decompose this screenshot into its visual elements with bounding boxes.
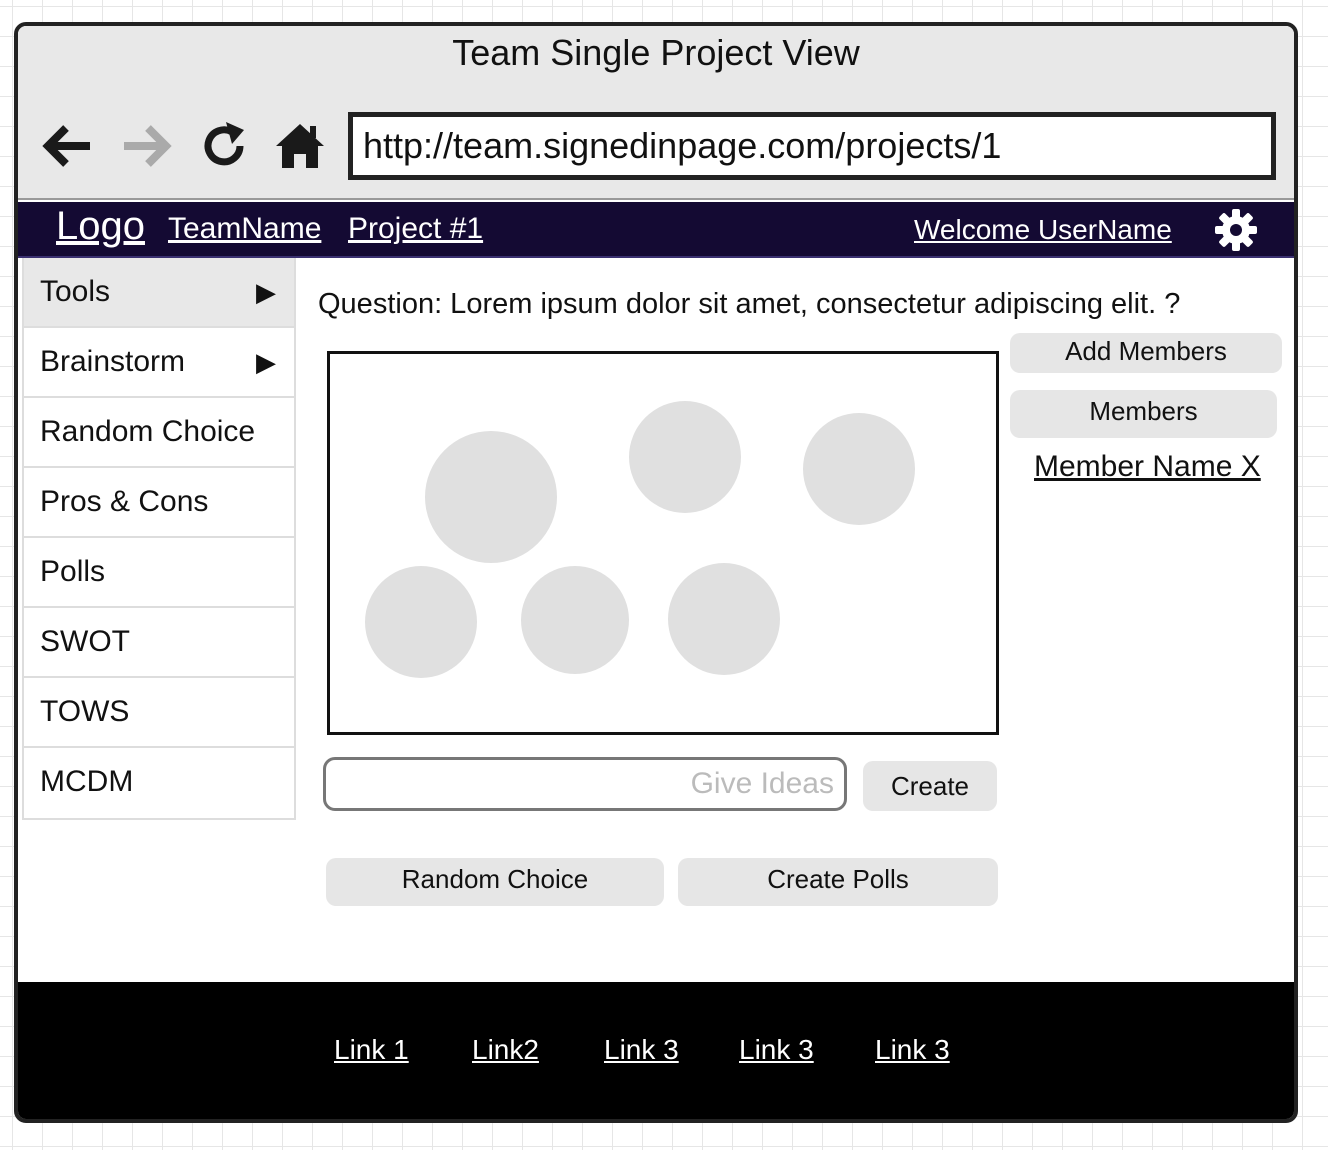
url-bar[interactable]: http://team.signedinpage.com/projects/1 (348, 112, 1276, 180)
team-name-link[interactable]: TeamName (168, 212, 321, 246)
member-name-link[interactable]: Member Name X (1034, 450, 1261, 484)
footer-link-3[interactable]: Link 3 (604, 1034, 679, 1066)
window-title: Team Single Project View (452, 32, 860, 73)
members-button[interactable]: Members (1010, 390, 1277, 438)
triangle-right-icon: ▶ (256, 347, 276, 377)
random-choice-button[interactable]: Random Choice (326, 858, 664, 906)
sidebar-item-label: Tools (40, 275, 111, 308)
forward-arrow-icon[interactable] (118, 120, 174, 172)
back-arrow-icon[interactable] (40, 120, 96, 172)
footer-link-5[interactable]: Link 3 (875, 1034, 950, 1066)
sidebar-item-brainstorm[interactable]: Brainstorm ▶ (24, 328, 294, 398)
footer-link-2[interactable]: Link2 (472, 1034, 539, 1066)
top-nav: Logo TeamName Project #1 Welcome UserNam… (18, 202, 1294, 258)
idea-bubble[interactable] (668, 563, 780, 675)
project-link[interactable]: Project #1 (348, 212, 483, 246)
sidebar-item-mcdm[interactable]: MCDM (24, 748, 294, 818)
add-members-button[interactable]: Add Members (1010, 333, 1282, 373)
idea-bubble[interactable] (365, 566, 477, 678)
sidebar-item-tools[interactable]: Tools ▶ (24, 258, 294, 328)
footer: Link 1 Link2 Link 3 Link 3 Link 3 (18, 982, 1294, 1119)
browser-window: Team Single Project View http://team.sig… (14, 22, 1298, 1123)
tools-sidebar: Tools ▶ Brainstorm ▶ Random Choice Pros … (22, 258, 296, 820)
triangle-right-icon: ▶ (256, 277, 276, 307)
welcome-user-link[interactable]: Welcome UserName (914, 214, 1172, 246)
idea-bubble[interactable] (521, 566, 629, 674)
sidebar-item-random-choice[interactable]: Random Choice (24, 398, 294, 468)
footer-link-1[interactable]: Link 1 (334, 1034, 409, 1066)
idea-bubble[interactable] (803, 413, 915, 525)
question-text: Question: Lorem ipsum dolor sit amet, co… (318, 288, 1181, 320)
logo-link[interactable]: Logo (56, 202, 145, 250)
ideas-canvas (327, 351, 999, 735)
browser-titlebar: Team Single Project View http://team.sig… (18, 26, 1294, 200)
sidebar-item-swot[interactable]: SWOT (24, 608, 294, 678)
sidebar-item-polls[interactable]: Polls (24, 538, 294, 608)
give-ideas-input[interactable] (323, 757, 847, 811)
footer-link-4[interactable]: Link 3 (739, 1034, 814, 1066)
sidebar-item-tows[interactable]: TOWS (24, 678, 294, 748)
sidebar-item-label: Brainstorm (40, 345, 186, 378)
reload-icon[interactable] (198, 120, 254, 172)
idea-bubble[interactable] (425, 431, 557, 563)
home-icon[interactable] (272, 120, 328, 172)
create-idea-button[interactable]: Create (863, 761, 997, 811)
idea-bubble[interactable] (629, 401, 741, 513)
gear-icon[interactable] (1214, 208, 1258, 252)
create-polls-button[interactable]: Create Polls (678, 858, 998, 906)
sidebar-item-pros-cons[interactable]: Pros & Cons (24, 468, 294, 538)
